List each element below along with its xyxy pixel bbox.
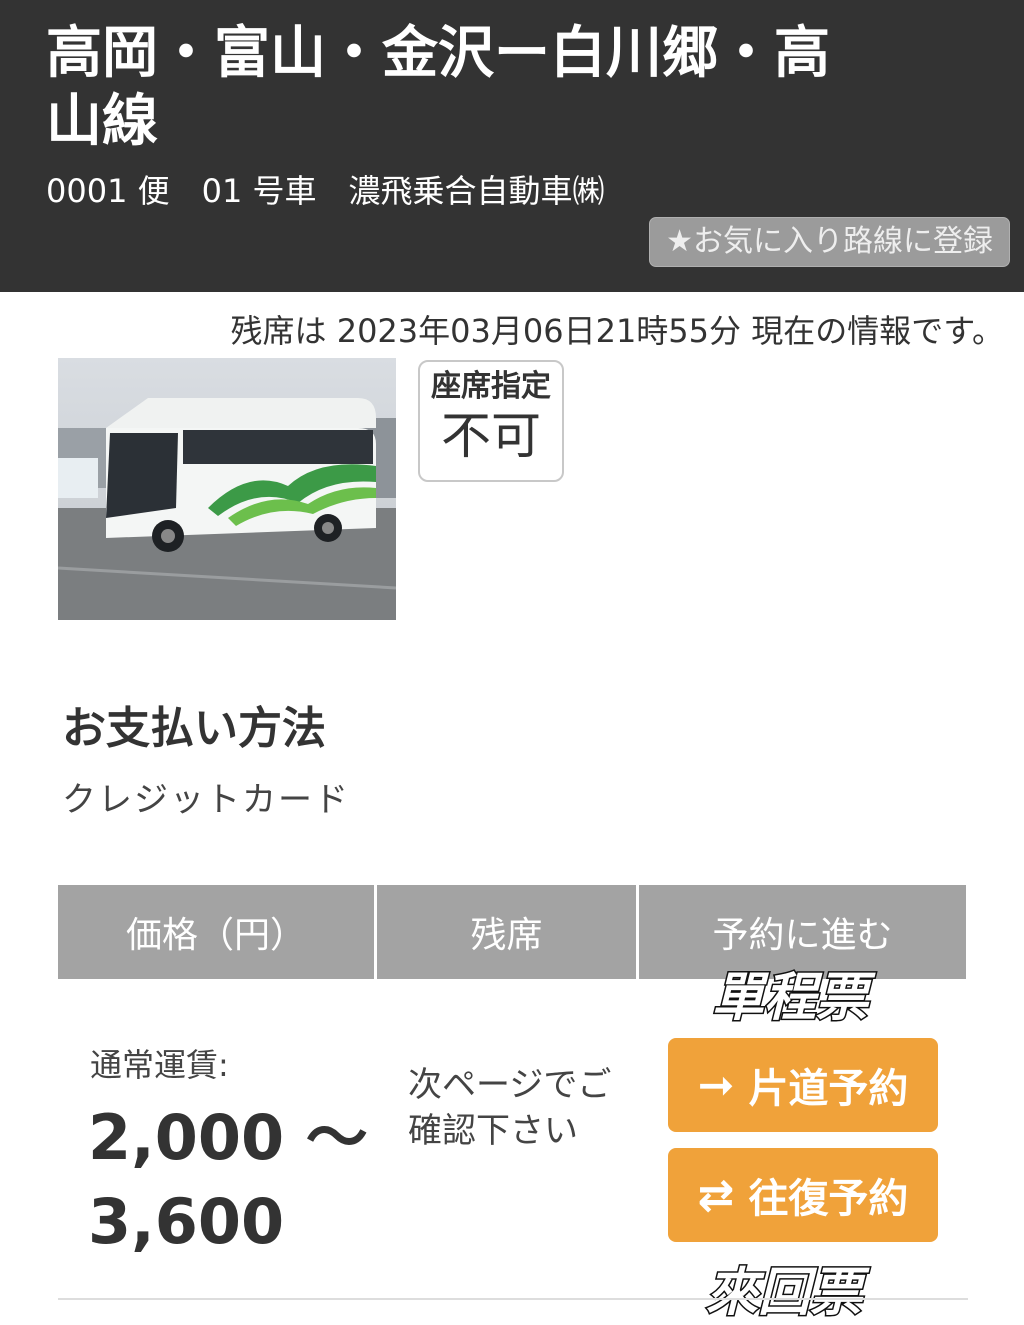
bus-image bbox=[58, 358, 396, 620]
seat-designation-badge: 座席指定 不可 bbox=[418, 360, 564, 482]
price-column-header: 価格（円） bbox=[58, 885, 374, 979]
favorite-route-button[interactable]: ★お気に入り路線に登録 bbox=[649, 217, 1010, 267]
round-trip-reserve-label: 往復予約 bbox=[748, 1176, 909, 1222]
payment-method-value: クレジットカード bbox=[62, 780, 350, 820]
seat-designation-value: 不可 bbox=[441, 407, 541, 465]
round-trip-annotation: 來回票 bbox=[704, 1262, 863, 1325]
seats-column-header: 残席 bbox=[377, 885, 636, 979]
exchange-arrows-icon: ⇄ bbox=[697, 1169, 735, 1221]
arrow-right-icon: ➞ bbox=[697, 1059, 735, 1111]
bus-photo bbox=[58, 358, 396, 620]
round-trip-reserve-button[interactable]: ⇄ 往復予約 bbox=[668, 1148, 938, 1242]
one-way-annotation: 單程票 bbox=[710, 967, 869, 1030]
one-way-reserve-label: 片道予約 bbox=[748, 1066, 909, 1112]
divider bbox=[58, 1298, 968, 1300]
header: 高岡・富山・金沢ー白川郷・高山線 0001 便 01 号車 濃飛乗合自動車㈱ ★… bbox=[0, 0, 1024, 292]
route-subtitle: 0001 便 01 号車 濃飛乗合自動車㈱ bbox=[46, 172, 605, 210]
payment-method-title: お支払い方法 bbox=[62, 703, 326, 754]
one-way-reserve-button[interactable]: ➞ 片道予約 bbox=[668, 1038, 938, 1132]
remaining-seats-note: 次ページでご確認下さい bbox=[408, 1065, 612, 1151]
availability-notice: 残席は 2023年03月06日21時55分 現在の情報です。 bbox=[230, 312, 1004, 350]
fare-amount: 2,000 〜 3,600 bbox=[88, 1101, 368, 1258]
route-title: 高岡・富山・金沢ー白川郷・高山線 bbox=[46, 21, 830, 154]
seat-designation-label: 座席指定 bbox=[431, 369, 551, 404]
fare-label: 通常運賃: bbox=[90, 1046, 229, 1084]
